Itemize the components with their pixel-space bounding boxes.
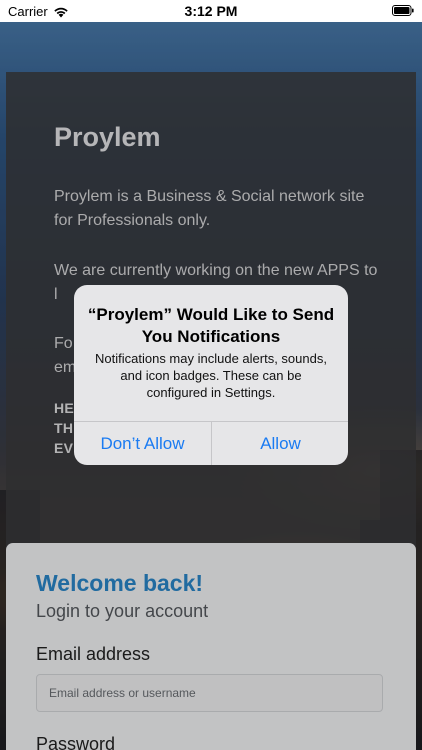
alert-message: Notifications may include alerts, sounds… <box>95 351 327 400</box>
status-time: 3:12 PM <box>184 3 238 19</box>
app-screen: Carrier 3:12 PM Proylem Proylem is a Bus… <box>0 0 422 750</box>
dont-allow-button[interactable]: Don’t Allow <box>74 422 211 465</box>
notification-permission-alert: “Proylem” Would Like to Send You Notific… <box>74 285 348 465</box>
battery-full-icon <box>392 5 414 16</box>
alert-title: “Proylem” Would Like to Send You Notific… <box>87 305 335 346</box>
allow-button[interactable]: Allow <box>212 422 348 465</box>
status-bar: Carrier 3:12 PM <box>0 0 422 22</box>
